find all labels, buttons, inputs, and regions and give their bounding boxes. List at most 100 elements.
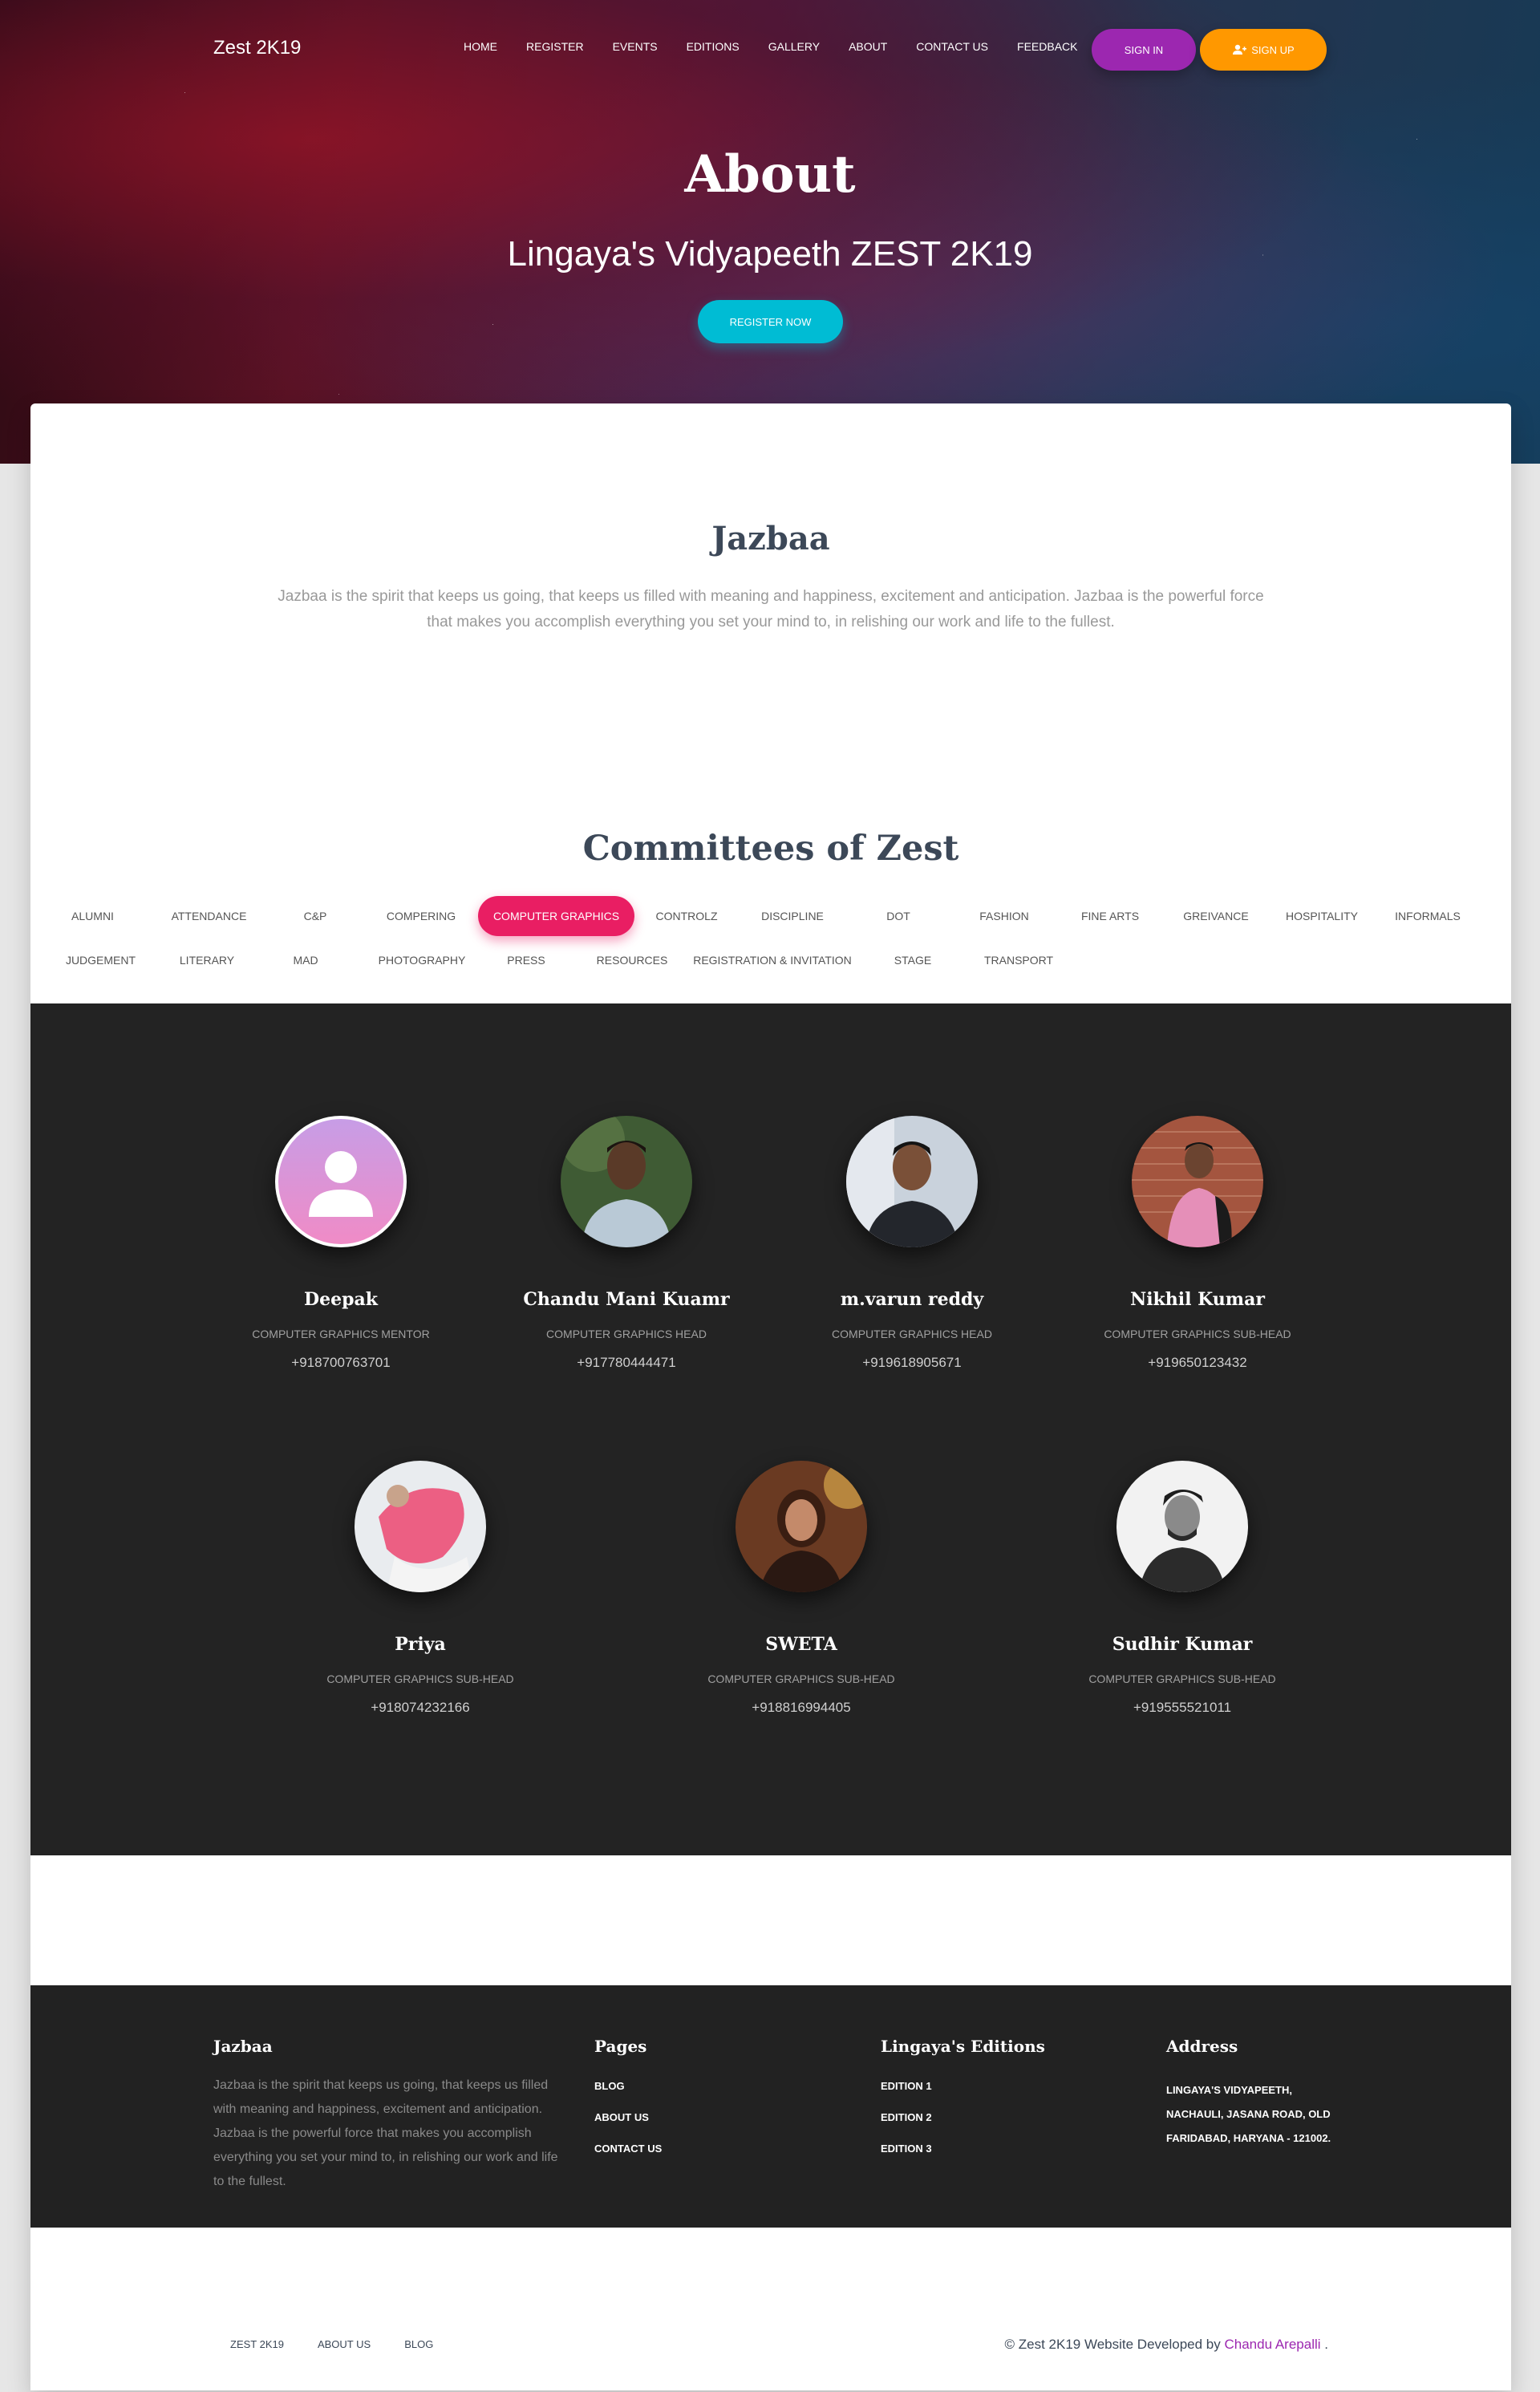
brand-link[interactable]: Zest 2K19 [213, 37, 301, 59]
tab-c-and-p[interactable]: C&P [263, 896, 367, 936]
member-photo [846, 1116, 978, 1247]
member-name: Priya [395, 1634, 446, 1655]
committee-tabs-row-1: ALUMNI ATTENDANCE C&P COMPERING COMPUTER… [30, 896, 1480, 936]
hero-header: Zest 2K19 HOME REGISTER EVENTS EDITIONS … [0, 0, 1540, 464]
sign-in-button[interactable]: SIGN IN [1092, 29, 1196, 71]
tab-compering[interactable]: COMPERING [369, 896, 473, 936]
tab-fashion[interactable]: FASHION [952, 896, 1056, 936]
tab-literary[interactable]: LITERARY [171, 940, 243, 980]
nav-feedback[interactable]: FEEDBACK [1003, 40, 1092, 53]
footer-address-title: Address [1166, 2037, 1238, 2056]
tab-mad[interactable]: MAD [257, 940, 354, 980]
sign-up-label: SIGN UP [1251, 43, 1295, 56]
nav-gallery[interactable]: GALLERY [754, 40, 834, 53]
default-avatar-icon [275, 1116, 407, 1247]
member-role: COMPUTER GRAPHICS MENTOR [252, 1328, 430, 1340]
member-role: COMPUTER GRAPHICS SUB-HEAD [326, 1672, 514, 1685]
member-name: m.varun reddy [840, 1289, 984, 1310]
bottom-link-about-us[interactable]: ABOUT US [301, 2338, 387, 2350]
footer-link-edition-1[interactable]: EDITION 1 [881, 2080, 1045, 2092]
sign-up-button[interactable]: SIGN UP [1200, 29, 1327, 71]
page-subtitle: Lingaya's Vidyapeeth ZEST 2K19 [507, 234, 1033, 274]
tab-resources[interactable]: RESOURCES [580, 940, 684, 980]
bottom-link-zest[interactable]: ZEST 2K19 [213, 2338, 301, 2350]
tab-registration-invitation[interactable]: REGISTRATION & INVITATION [684, 940, 861, 980]
copyright-prefix: © Zest 2K19 Website Developed by [1004, 2337, 1221, 2352]
member-phone: +918700763701 [291, 1355, 391, 1370]
member-role: COMPUTER GRAPHICS HEAD [546, 1328, 707, 1340]
nav-home[interactable]: HOME [449, 40, 512, 53]
user-plus-icon [1232, 44, 1247, 55]
tab-discipline[interactable]: DISCIPLINE [740, 896, 845, 936]
member-phone: +918074232166 [371, 1700, 470, 1715]
footer-editions-title: Lingaya's Editions [881, 2037, 1045, 2056]
nav-events[interactable]: EVENTS [598, 40, 672, 53]
tab-fine-arts[interactable]: FINE ARTS [1058, 896, 1162, 936]
nav-editions[interactable]: EDITIONS [672, 40, 754, 53]
footer-link-about-us[interactable]: ABOUT US [594, 2111, 662, 2123]
jazbaa-description: Jazbaa is the spirit that keeps us going… [278, 588, 1264, 630]
member-photo [1132, 1116, 1263, 1247]
tab-informals[interactable]: INFORMALS [1376, 896, 1480, 936]
navbar: Zest 2K19 HOME REGISTER EVENTS EDITIONS … [0, 0, 1540, 99]
tab-transport[interactable]: TRANSPORT [967, 940, 1071, 980]
tab-greivance[interactable]: GREIVANCE [1164, 896, 1268, 936]
member-role: COMPUTER GRAPHICS SUB-HEAD [1088, 1672, 1276, 1685]
member-photo [561, 1116, 692, 1247]
member-phone: +919650123432 [1148, 1355, 1247, 1370]
register-now-button[interactable]: REGISTER NOW [698, 300, 843, 343]
nav-register[interactable]: REGISTER [512, 40, 598, 53]
tab-controlz[interactable]: CONTROLZ [634, 896, 739, 936]
jazbaa-heading: Jazbaa [711, 520, 830, 557]
member-role: COMPUTER GRAPHICS SUB-HEAD [1104, 1328, 1291, 1340]
member-name: Sudhir Kumar [1112, 1634, 1253, 1655]
member-name: Chandu Mani Kuamr [523, 1289, 730, 1310]
footer-link-edition-3[interactable]: EDITION 3 [881, 2143, 1045, 2155]
copyright: © Zest 2K19 Website Developed by Chandu … [1005, 2337, 1328, 2353]
developer-link[interactable]: Chandu Arepalli [1225, 2337, 1321, 2352]
member-photo [1116, 1461, 1248, 1592]
tab-computer-graphics[interactable]: COMPUTER GRAPHICS [478, 896, 634, 936]
footer-link-blog[interactable]: BLOG [594, 2080, 662, 2092]
footer-editions-column: Lingaya's Editions EDITION 1 EDITION 2 E… [881, 2037, 1045, 2155]
member-name: Nikhil Kumar [1130, 1289, 1265, 1310]
member-phone: +919555521011 [1133, 1700, 1232, 1715]
footer-address-text: LINGAYA'S VIDYAPEETH, NACHAULI, JASANA R… [1166, 2084, 1331, 2144]
member-phone: +919618905671 [862, 1355, 962, 1370]
team-member-card: m.varun reddy COMPUTER GRAPHICS HEAD +91… [792, 1116, 1032, 1371]
member-phone: +918816994405 [752, 1700, 851, 1715]
team-member-card: Sudhir Kumar COMPUTER GRAPHICS SUB-HEAD … [1062, 1461, 1303, 1716]
nav-contact-us[interactable]: CONTACT US [902, 40, 1003, 53]
footer-pages-column: Pages BLOG ABOUT US CONTACT US [594, 2037, 662, 2155]
nav-links: HOME REGISTER EVENTS EDITIONS GALLERY AB… [449, 40, 1092, 53]
bottom-nav: ZEST 2K19 ABOUT US BLOG [213, 2338, 450, 2350]
main-content: Jazbaa Jazbaa is the spirit that keeps u… [30, 403, 1511, 2390]
tab-dot[interactable]: DOT [846, 896, 950, 936]
tab-stage[interactable]: STAGE [861, 940, 965, 980]
footer-about-title: Jazbaa [213, 2037, 273, 2056]
tab-alumni[interactable]: ALUMNI [30, 896, 155, 936]
team-member-card: Nikhil Kumar COMPUTER GRAPHICS SUB-HEAD … [1077, 1116, 1318, 1371]
footer-pages-title: Pages [594, 2037, 647, 2056]
tab-press[interactable]: PRESS [474, 940, 578, 980]
bottom-link-blog[interactable]: BLOG [387, 2338, 450, 2350]
member-photo [355, 1461, 486, 1592]
footer-address-column: Address LINGAYA'S VIDYAPEETH, NACHAULI, … [1166, 2037, 1351, 2151]
member-phone: +917780444471 [577, 1355, 676, 1370]
tab-photography[interactable]: PHOTOGRAPHY [370, 940, 474, 980]
tab-judgement[interactable]: JUDGEMENT [30, 940, 171, 980]
member-photo [736, 1461, 867, 1592]
footer-link-contact-us[interactable]: CONTACT US [594, 2143, 662, 2155]
member-role: COMPUTER GRAPHICS SUB-HEAD [707, 1672, 895, 1685]
footer-about-column: Jazbaa Jazbaa is the spirit that keeps u… [213, 2037, 566, 2194]
tab-attendance[interactable]: ATTENDANCE [159, 896, 259, 936]
footer-link-edition-2[interactable]: EDITION 2 [881, 2111, 1045, 2123]
team-member-card: SWETA COMPUTER GRAPHICS SUB-HEAD +918816… [681, 1461, 922, 1716]
nav-about[interactable]: ABOUT [834, 40, 902, 53]
footer: Jazbaa Jazbaa is the spirit that keeps u… [30, 1985, 1511, 2228]
page-title: About [684, 144, 856, 205]
team-member-card: Chandu Mani Kuamr COMPUTER GRAPHICS HEAD… [506, 1116, 747, 1371]
team-member-card: Deepak COMPUTER GRAPHICS MENTOR +9187007… [221, 1116, 461, 1371]
sign-in-label: SIGN IN [1124, 43, 1164, 56]
tab-hospitality[interactable]: HOSPITALITY [1270, 896, 1374, 936]
